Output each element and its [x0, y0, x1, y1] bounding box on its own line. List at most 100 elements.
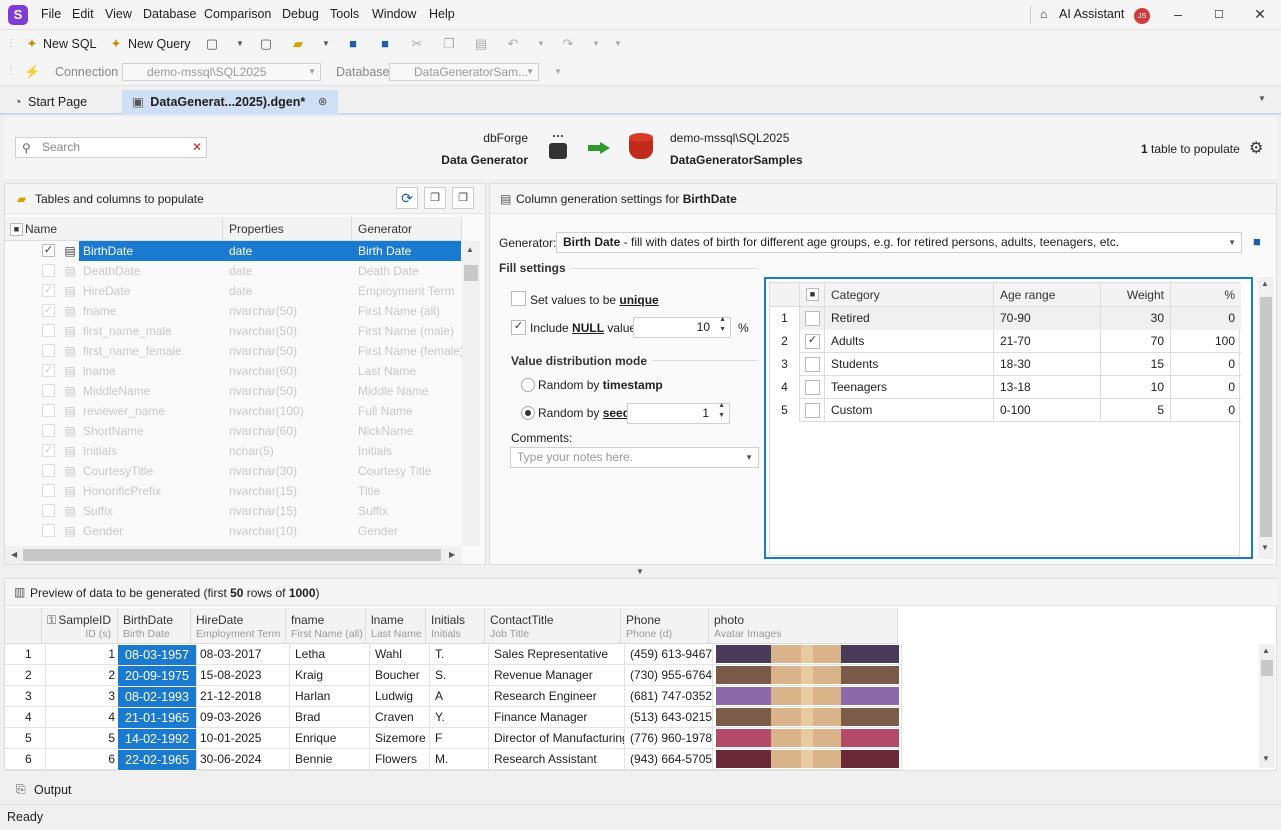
- photo-cell[interactable]: [713, 749, 902, 770]
- avatar[interactable]: JS: [1134, 8, 1150, 24]
- close-tab-icon[interactable]: ⊗: [318, 90, 327, 115]
- contacttitle-cell[interactable]: Research Assistant: [489, 749, 625, 770]
- category-checkbox[interactable]: [805, 311, 820, 326]
- comments-input[interactable]: Type your notes here. ▼: [510, 447, 759, 468]
- expand-all-icon[interactable]: ❐: [424, 187, 446, 209]
- category-age-range[interactable]: 13-18: [994, 376, 1101, 399]
- select-all-checkbox[interactable]: ■: [806, 288, 819, 301]
- random-seed-radio[interactable]: [521, 406, 535, 420]
- column-row[interactable]: ▤ ShortName nvarchar(60) NickName: [5, 421, 462, 441]
- chevron-down-icon[interactable]: ▼: [610, 36, 626, 52]
- weight-header[interactable]: Weight: [1101, 283, 1171, 307]
- cut-icon[interactable]: ✂: [409, 36, 425, 52]
- birthdate-cell[interactable]: 20-09-1975: [117, 665, 197, 687]
- ai-assistant-button[interactable]: AI Assistant: [1059, 7, 1124, 21]
- menu-edit[interactable]: Edit: [72, 7, 94, 21]
- new-document-icon[interactable]: ▢: [258, 36, 274, 52]
- row-checkbox[interactable]: [42, 324, 55, 337]
- chevron-down-icon[interactable]: ▼: [533, 36, 549, 52]
- category-checkbox[interactable]: [805, 403, 820, 418]
- select-all-categories[interactable]: ■: [800, 283, 825, 307]
- hiredate-cell[interactable]: 30-06-2024: [195, 749, 290, 770]
- category-age-range[interactable]: 21-70: [994, 330, 1101, 353]
- chevron-down-icon[interactable]: ▼: [550, 64, 566, 80]
- phone-cell[interactable]: (513) 643-0215: [625, 707, 713, 728]
- maximize-icon[interactable]: ☐: [1209, 8, 1229, 21]
- menu-view[interactable]: View: [105, 7, 132, 21]
- category-row[interactable]: 3 Students 18-30 15 0: [770, 353, 1241, 376]
- initials-cell[interactable]: A: [430, 686, 489, 707]
- row-checkbox[interactable]: ✓: [42, 304, 55, 317]
- row-checkbox[interactable]: [42, 264, 55, 277]
- birthdate-cell[interactable]: 08-02-1993: [117, 686, 197, 708]
- column-row[interactable]: ✓ ▤ fname nvarchar(50) First Name (all): [5, 301, 462, 321]
- category-row[interactable]: 5 Custom 0-100 5 0: [770, 399, 1241, 422]
- phone-cell[interactable]: (943) 664-5705: [625, 749, 713, 770]
- settings-scrollbar[interactable]: ▲ ▼: [1258, 277, 1274, 559]
- birthdate-cell[interactable]: 21-01-1965: [117, 707, 197, 729]
- initials-cell[interactable]: M.: [430, 749, 489, 770]
- category-age-range[interactable]: 70-90: [994, 307, 1101, 330]
- row-checkbox[interactable]: ✓: [42, 244, 55, 257]
- horizontal-scrollbar[interactable]: ◀ ▶: [5, 546, 462, 564]
- new-sql-button[interactable]: New SQL: [43, 37, 97, 51]
- column-row[interactable]: ▤ Suffix nvarchar(15) Suffix: [5, 501, 462, 521]
- column-row[interactable]: ▤ reviewer_name nvarchar(100) Full Name: [5, 401, 462, 421]
- sampleid-header[interactable]: ⚿ SampleID ID (s): [42, 608, 118, 644]
- category-checkbox[interactable]: ✓: [805, 334, 820, 349]
- phone-header[interactable]: Phone Phone (d): [621, 608, 709, 644]
- birthdate-cell[interactable]: 22-02-1965: [117, 749, 197, 771]
- row-checkbox[interactable]: [42, 524, 55, 537]
- column-row[interactable]: ✓ ▤ BirthDate date Birth Date: [5, 241, 462, 261]
- row-checkbox[interactable]: ✓: [42, 284, 55, 297]
- col-properties-header[interactable]: Properties: [223, 217, 352, 241]
- save-all-icon[interactable]: ■: [377, 36, 393, 52]
- fname-cell[interactable]: Brad: [290, 707, 370, 728]
- lname-cell[interactable]: Flowers: [370, 749, 430, 770]
- lname-cell[interactable]: Craven: [370, 707, 430, 728]
- photo-header[interactable]: photo Avatar Images: [709, 608, 898, 644]
- category-weight[interactable]: 30: [1101, 307, 1171, 330]
- menu-comparison[interactable]: Comparison: [204, 7, 271, 21]
- paste-icon[interactable]: ▤: [473, 36, 489, 52]
- include-null-checkbox[interactable]: ✓: [511, 320, 526, 335]
- category-weight[interactable]: 15: [1101, 353, 1171, 376]
- category-name[interactable]: Adults: [825, 330, 994, 353]
- hiredate-cell[interactable]: 08-03-2017: [195, 644, 290, 665]
- category-name[interactable]: Custom: [825, 399, 994, 422]
- sampleid-cell[interactable]: 6: [46, 749, 122, 770]
- spinner-icon[interactable]: ▲ ▼: [718, 401, 725, 421]
- sampleid-cell[interactable]: 1: [46, 644, 122, 665]
- lname-cell[interactable]: Wahl: [370, 644, 430, 665]
- contacttitle-header[interactable]: ContactTitle Job Title: [485, 608, 621, 644]
- preview-row[interactable]: 1 1 08-03-1957 08-03-2017 Letha Wahl T. Sales R…: [5, 644, 902, 666]
- null-percent-input[interactable]: 10 ▲ ▼: [633, 316, 731, 338]
- save-generator-icon[interactable]: ■: [1253, 234, 1261, 249]
- contacttitle-cell[interactable]: Revenue Manager: [489, 665, 625, 686]
- menu-window[interactable]: Window: [372, 7, 416, 21]
- new-file-icon[interactable]: ▢: [204, 36, 220, 52]
- row-checkbox[interactable]: ✓: [42, 444, 55, 457]
- open-folder-icon[interactable]: ▰: [290, 36, 306, 52]
- preview-row[interactable]: 4 4 21-01-1965 09-03-2026 Brad Craven Y. Financ…: [5, 707, 902, 729]
- preview-row[interactable]: 5 5 14-02-1992 10-01-2025 Enrique Sizemore F Di…: [5, 728, 902, 750]
- random-timestamp-radio[interactable]: [521, 378, 535, 392]
- hiredate-cell[interactable]: 15-08-2023: [195, 665, 290, 686]
- row-checkbox[interactable]: ✓: [42, 364, 55, 377]
- sampleid-cell[interactable]: 2: [46, 665, 122, 686]
- vertical-scrollbar[interactable]: ▲: [462, 241, 480, 546]
- row-checkbox[interactable]: [42, 464, 55, 477]
- row-checkbox[interactable]: [42, 384, 55, 397]
- menu-tools[interactable]: Tools: [330, 7, 359, 21]
- lname-cell[interactable]: Ludwig: [370, 686, 430, 707]
- category-row[interactable]: 4 Teenagers 13-18 10 0: [770, 376, 1241, 399]
- undo-icon[interactable]: ↶: [505, 36, 521, 52]
- column-row[interactable]: ▤ Gender nvarchar(10) Gender: [5, 521, 462, 541]
- sampleid-cell[interactable]: 3: [46, 686, 122, 707]
- chevron-down-icon[interactable]: ▼: [232, 36, 248, 52]
- column-row[interactable]: ▤ MiddleName nvarchar(50) Middle Name: [5, 381, 462, 401]
- database-select[interactable]: DataGeneratorSam... ▼: [389, 63, 539, 81]
- category-row[interactable]: 1 Retired 70-90 30 0: [770, 307, 1241, 330]
- menu-database[interactable]: Database: [143, 7, 197, 21]
- new-query-button[interactable]: New Query: [128, 37, 191, 51]
